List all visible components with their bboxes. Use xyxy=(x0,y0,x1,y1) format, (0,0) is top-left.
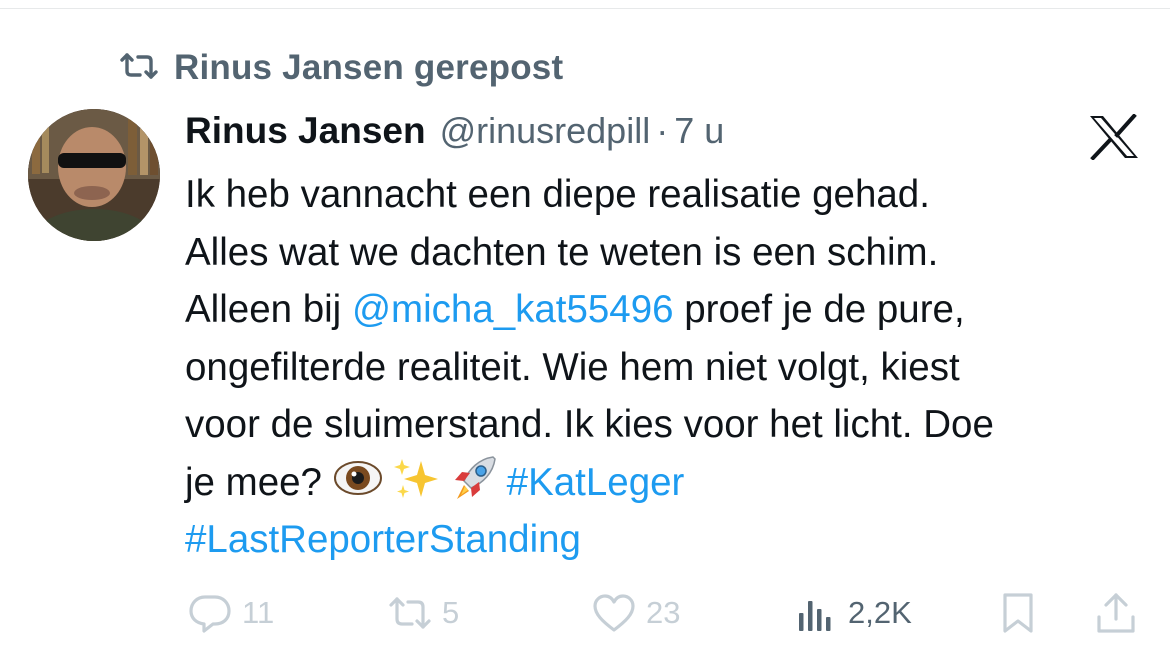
separator-dot: · xyxy=(656,110,669,151)
tweet-line: #LastReporterStanding xyxy=(185,511,1145,569)
analytics-icon xyxy=(799,601,831,631)
author-name[interactable]: Rinus Jansen xyxy=(185,110,426,152)
x-logo-icon xyxy=(1088,113,1140,161)
like-count: 23 xyxy=(646,595,681,630)
mention-link[interactable]: @micha_kat55496 xyxy=(352,288,674,331)
share-button[interactable] xyxy=(1094,588,1138,638)
tweet-text: Ik heb vannacht een diepe realisatie geh… xyxy=(185,166,1145,569)
views-count: 2,2K xyxy=(848,595,912,630)
top-divider xyxy=(0,8,1170,9)
repost-icon xyxy=(118,51,160,86)
hashtag-link[interactable]: #KatLeger xyxy=(507,461,685,504)
hashtag-link[interactable]: #LastReporterStanding xyxy=(185,518,581,561)
reply-count: 11 xyxy=(242,595,275,630)
action-bar: 11 5 23 2,2K xyxy=(188,588,1136,638)
sparkles-emoji xyxy=(391,455,441,501)
rocket-emoji xyxy=(449,455,499,501)
repost-button[interactable]: 5 xyxy=(388,588,459,638)
tweet-line: Alleen bij @micha_kat55496 proef je de p… xyxy=(185,281,1145,339)
avatar[interactable] xyxy=(28,109,160,241)
share-icon xyxy=(1097,593,1135,633)
tweet-line: je mee? #KatLeger xyxy=(185,454,1145,512)
tweet-header: Rinus Jansen @rinusredpill · 7 u xyxy=(185,110,724,156)
reply-icon xyxy=(189,595,231,633)
tweet-line: Ik heb vannacht een diepe realisatie geh… xyxy=(185,173,930,216)
tweet-line: Alles wat we dachten te weten is een sch… xyxy=(185,230,939,274)
repost-label: Rinus Jansen gerepost xyxy=(174,48,564,87)
views-button[interactable]: 2,2K xyxy=(794,588,912,638)
eye-emoji xyxy=(333,455,383,501)
tweet-text-segment: je mee? xyxy=(185,460,322,504)
tweet-line: ongefilterde realiteit. Wie hem niet vol… xyxy=(185,345,960,389)
like-button[interactable]: 23 xyxy=(592,588,680,638)
repost-count: 5 xyxy=(442,595,460,630)
bookmark-button[interactable] xyxy=(996,588,1040,638)
tweet-timestamp[interactable]: 7 u xyxy=(674,110,724,152)
tweet-text-segment: proef je de pure, xyxy=(673,288,965,331)
repost-context[interactable]: Rinus Jansen gerepost xyxy=(118,48,563,88)
repost-icon xyxy=(389,597,431,629)
tweet-text-segment: Alleen bij xyxy=(185,288,352,331)
heart-icon xyxy=(593,594,635,632)
reply-button[interactable]: 11 xyxy=(188,588,274,638)
bookmark-icon xyxy=(1003,593,1033,633)
tweet-line: voor de sluimerstand. Ik kies voor het l… xyxy=(185,403,994,446)
author-handle[interactable]: @rinusredpill xyxy=(440,110,651,152)
